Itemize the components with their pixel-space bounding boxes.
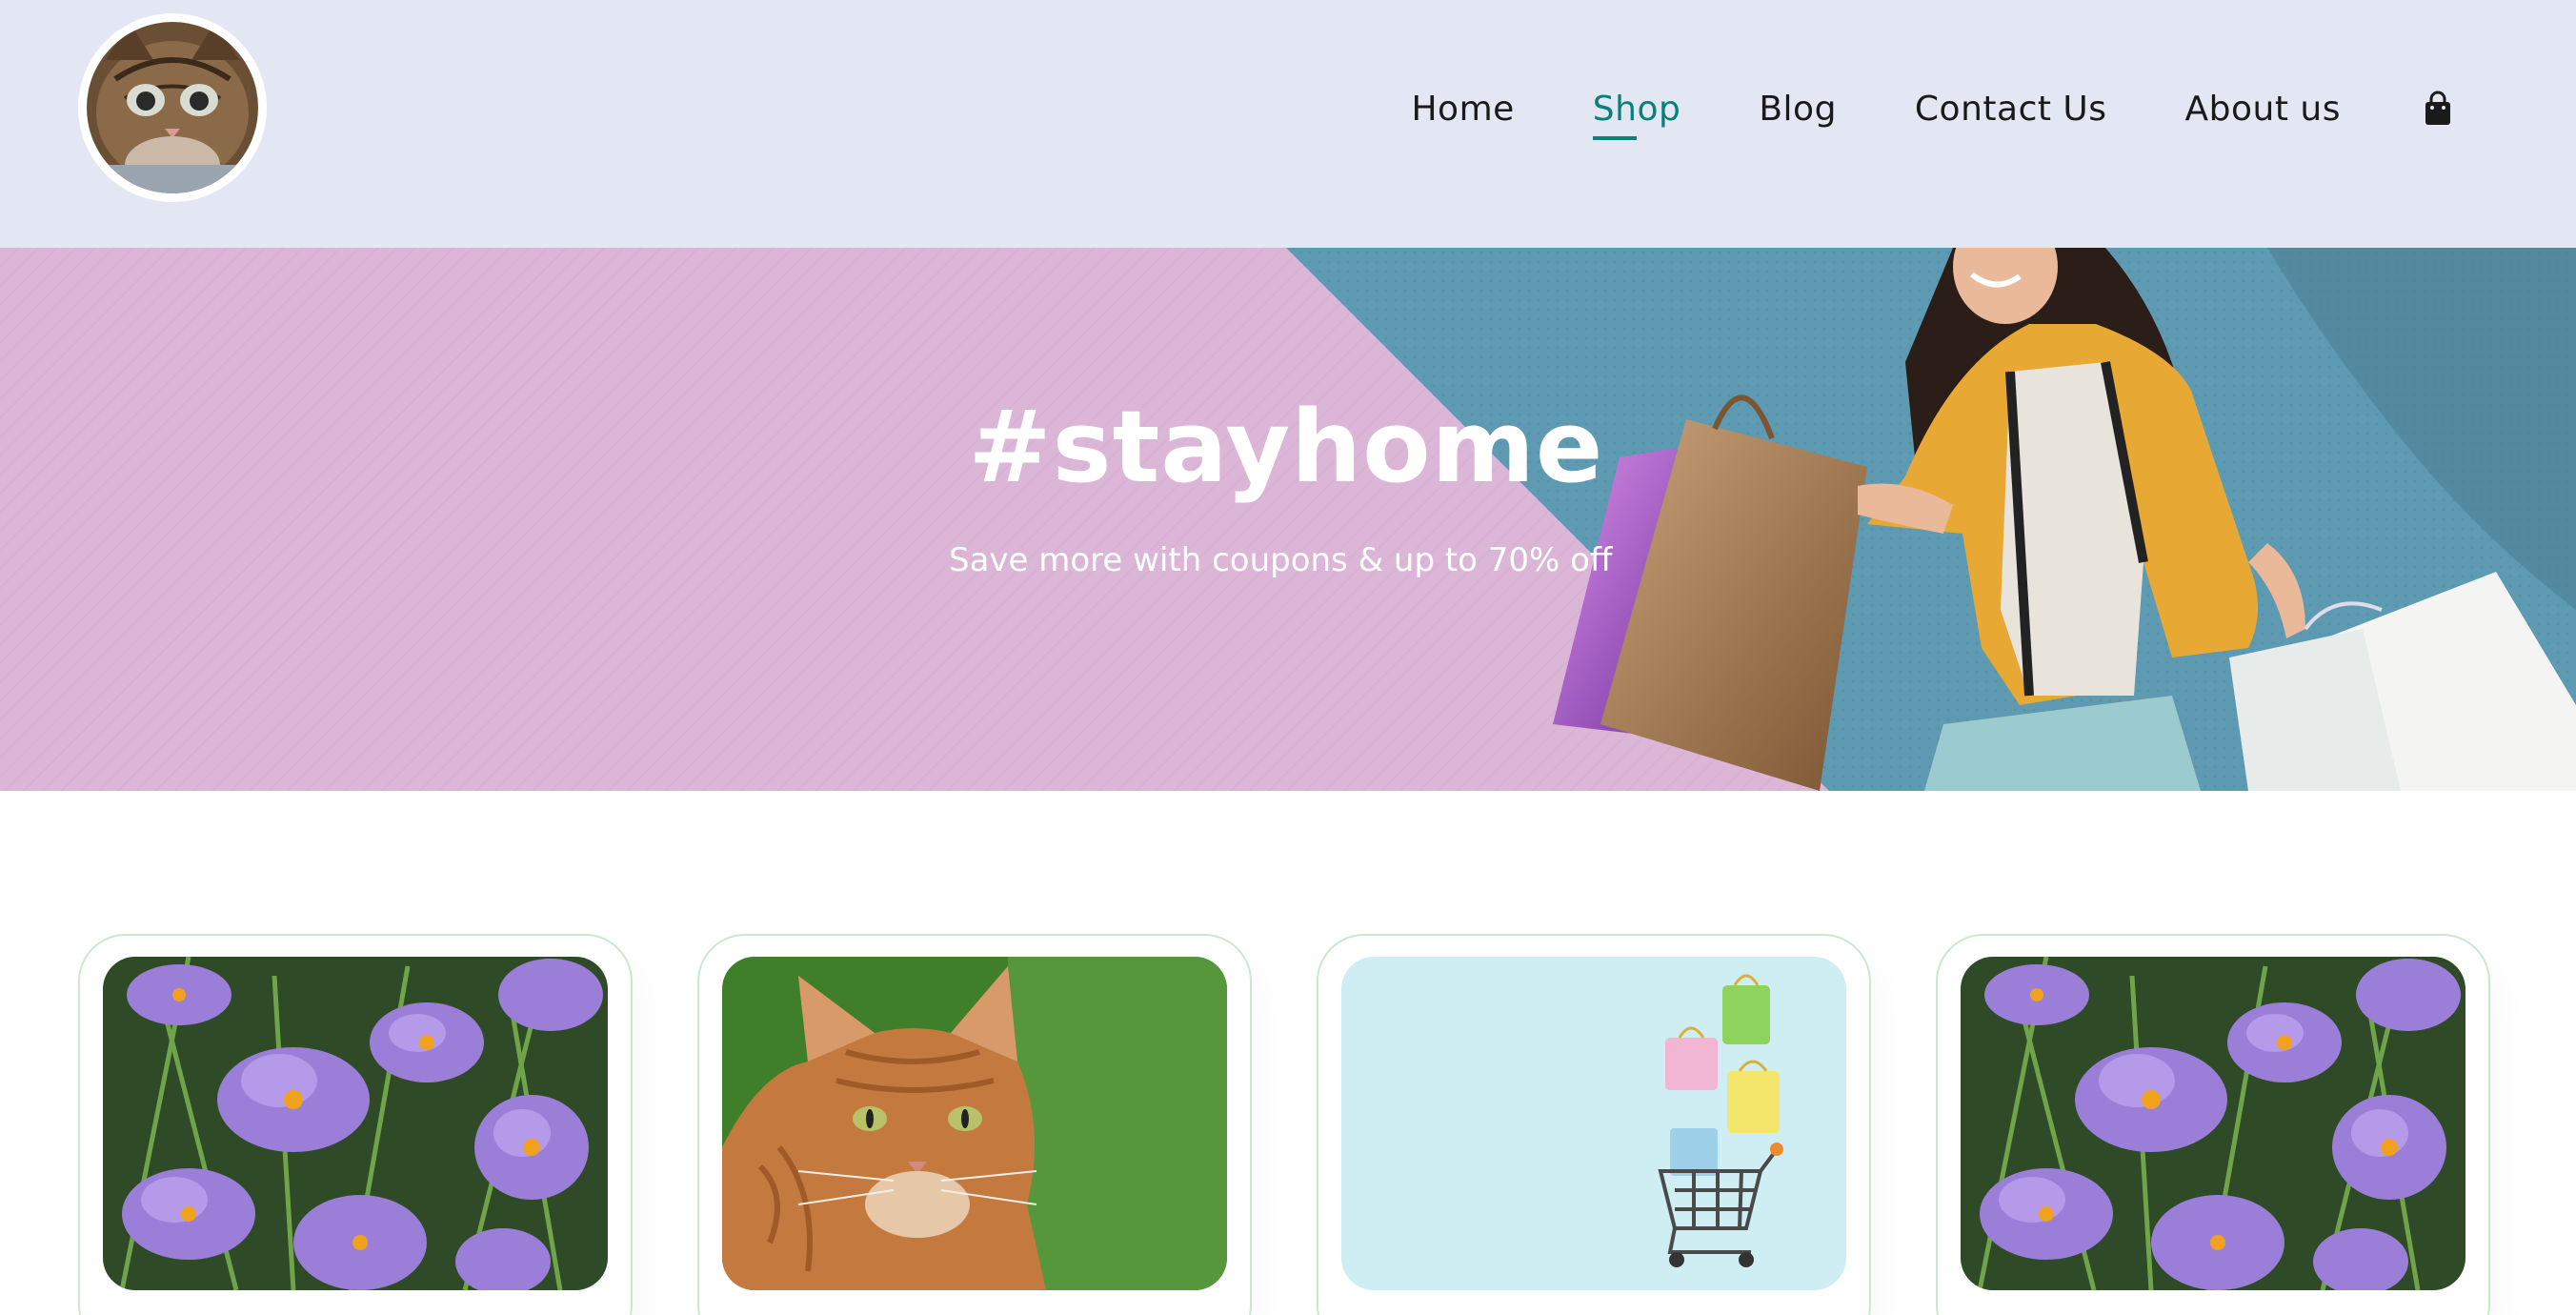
product-image-cat (722, 957, 1227, 1290)
product-card[interactable] (1317, 934, 1871, 1315)
logo[interactable] (78, 13, 267, 202)
nav-blog-link[interactable]: Blog (1759, 90, 1837, 129)
product-image-crocus (1961, 957, 2465, 1290)
hero-title: #stayhome (968, 389, 1604, 505)
shopping-bag-icon[interactable] (2419, 90, 2457, 128)
product-image-crocus (103, 957, 608, 1290)
product-card[interactable] (697, 934, 1252, 1315)
main-nav: Home Shop Blog Contact Us About us (1411, 0, 2576, 217)
product-list (0, 934, 2576, 1315)
hero-subtitle: Save more with coupons & up to 70% off (949, 541, 1613, 579)
nav-home-link[interactable]: Home (1411, 90, 1514, 129)
nav-about-link[interactable]: About us (2185, 90, 2341, 129)
product-image-shopping-cart (1341, 957, 1846, 1290)
hero-banner: #stayhome Save more with coupons & up to… (0, 248, 2576, 791)
site-header: Home Shop Blog Contact Us About us (0, 0, 2576, 248)
nav-contact-link[interactable]: Contact Us (1915, 90, 2107, 129)
kitten-logo-image (87, 22, 258, 193)
nav-shop-link[interactable]: Shop (1592, 90, 1681, 140)
product-card[interactable] (78, 934, 633, 1315)
product-card[interactable] (1936, 934, 2490, 1315)
hero-background-image (0, 248, 2576, 791)
